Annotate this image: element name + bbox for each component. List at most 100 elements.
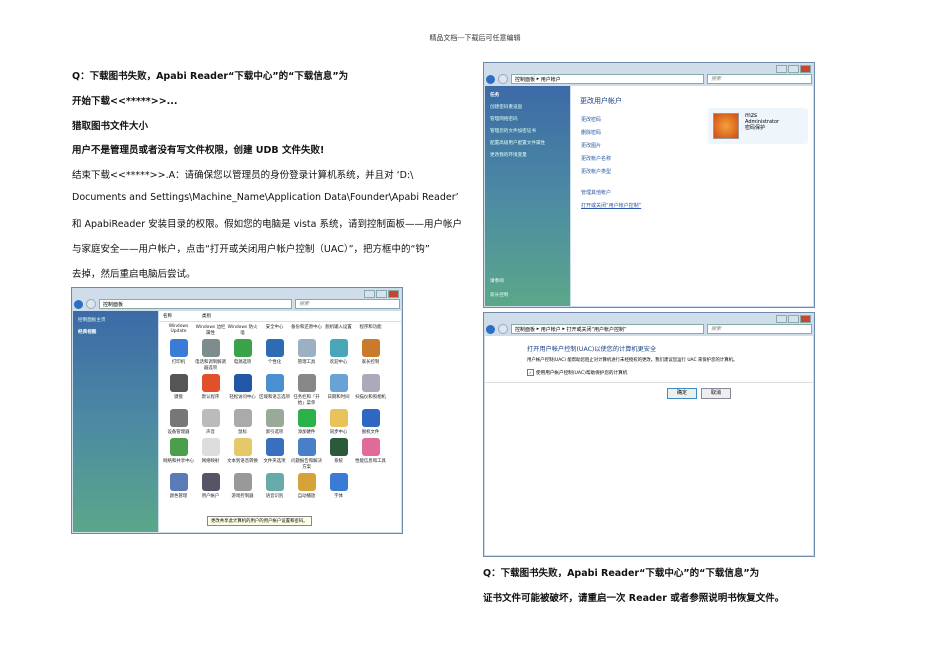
cancel-button[interactable]: 取消: [701, 388, 731, 399]
control-panel-icon: [169, 409, 188, 427]
minimize-button[interactable]: [364, 290, 375, 298]
breadcrumb-3[interactable]: 打开或关闭“用户帐户控制”: [566, 326, 626, 333]
control-panel-item[interactable]: 电源选项: [227, 339, 258, 371]
maximize-button[interactable]: [376, 290, 387, 298]
control-panel-item[interactable]: 添加硬件: [291, 409, 322, 435]
control-panel-item[interactable]: 文件夹选项: [259, 438, 290, 470]
item-label: 声音: [206, 430, 215, 435]
breadcrumb-2[interactable]: 用户帐户: [541, 76, 561, 83]
answer-line: 去掉，然后重启电脑后尝试。: [72, 269, 196, 280]
control-panel-item[interactable]: 程序和功能: [355, 324, 386, 336]
column-category[interactable]: 类别: [202, 313, 211, 319]
control-panel-item[interactable]: 管理工具: [291, 339, 322, 371]
item-label: 区域和语言选项: [259, 395, 290, 400]
control-panel-item[interactable]: 默认程序: [195, 374, 226, 406]
breadcrumb-1[interactable]: 控制面板: [515, 326, 535, 333]
forward-icon[interactable]: [498, 74, 508, 84]
sidebar-link[interactable]: 管理您的文件加密证书: [490, 128, 565, 134]
control-panel-item[interactable]: 问题报告和解决方案: [291, 438, 322, 470]
search-input[interactable]: 搜索: [295, 299, 400, 309]
parental-controls-link[interactable]: 家长控制: [490, 292, 508, 298]
sidebar-item-home[interactable]: 控制面板主页: [78, 317, 153, 323]
control-panel-item[interactable]: 欢迎中心: [323, 339, 354, 371]
address-bar[interactable]: 控制面板: [99, 299, 292, 309]
control-panel-item[interactable]: 游戏控制器: [227, 473, 258, 499]
control-panel-item[interactable]: Windows 防火墙: [227, 324, 258, 336]
minimize-button[interactable]: [776, 65, 787, 73]
control-panel-item[interactable]: 鼠标: [227, 409, 258, 435]
control-panel-icon: [361, 438, 380, 456]
breadcrumb: 控制面板: [103, 301, 124, 308]
close-button[interactable]: [800, 65, 811, 73]
control-panel-item[interactable]: 打印机: [163, 339, 194, 371]
control-panel-item[interactable]: 任务栏和「开始」菜单: [291, 374, 322, 406]
item-label: 网络和共享中心: [163, 459, 194, 464]
maximize-button[interactable]: [788, 65, 799, 73]
link-change-type[interactable]: 更改帐户类型: [581, 168, 813, 175]
sidebar-link[interactable]: 创建密码重设盘: [490, 104, 565, 110]
control-panel-item[interactable]: 家长控制: [355, 339, 386, 371]
control-panel-item[interactable]: 扫描仪和照相机: [355, 374, 386, 406]
control-panel-item[interactable]: 用户帐户: [195, 473, 226, 499]
control-panel-item[interactable]: 网络映射: [195, 438, 226, 470]
item-label: 欢迎中心: [329, 360, 348, 365]
search-input[interactable]: 搜索: [707, 74, 812, 84]
control-panel-item[interactable]: 同步中心: [323, 409, 354, 435]
control-panel-item[interactable]: 索引选项: [259, 409, 290, 435]
control-panel-item[interactable]: 键盘: [163, 374, 194, 406]
breadcrumb-1[interactable]: 控制面板: [515, 76, 535, 83]
control-panel-icon: [201, 438, 220, 456]
close-button[interactable]: [800, 315, 811, 323]
sidebar-link[interactable]: 配置高级用户配置文件属性: [490, 140, 565, 146]
control-panel-item[interactable]: 字体: [323, 473, 354, 499]
control-panel-item[interactable]: 声音: [195, 409, 226, 435]
link-manage-accounts[interactable]: 管理其他帐户: [581, 189, 813, 196]
control-panel-item[interactable]: 语音识别: [259, 473, 290, 499]
answer-line: 结束下载<<*****>>.A：请确保您以管理员的身份登录计算机系统，并且对 ‘…: [72, 170, 414, 181]
control-panel-item[interactable]: 颜色管理: [163, 473, 194, 499]
link-toggle-uac[interactable]: 打开或关闭“用户帐户控制”: [581, 202, 813, 209]
address-bar[interactable]: 控制面板 ▸ 用户帐户 ▸ 打开或关闭“用户帐户控制”: [511, 324, 704, 334]
control-panel-item[interactable]: 设备管理器: [163, 409, 194, 435]
address-bar[interactable]: 控制面板 ▸ 用户帐户: [511, 74, 704, 84]
back-icon[interactable]: [486, 324, 495, 334]
control-panel-item[interactable]: Windows 边栏属性: [195, 324, 226, 336]
control-panel-item[interactable]: 备份和还原中心: [291, 324, 322, 336]
back-icon[interactable]: [486, 74, 495, 84]
control-panel-item[interactable]: 区域和语言选项: [259, 374, 290, 406]
link-change-name[interactable]: 更改帐户名称: [581, 155, 813, 162]
sidebar-link[interactable]: 管理网络密码: [490, 116, 565, 122]
uac-checkbox[interactable]: ✓: [527, 369, 534, 376]
control-panel-icon: [169, 374, 188, 392]
control-panel-item[interactable]: 系统: [323, 438, 354, 470]
sidebar-item-classic[interactable]: 经典视图: [78, 329, 153, 335]
control-panel-item[interactable]: 网络和共享中心: [163, 438, 194, 470]
sidebar-link[interactable]: 更改我的环境变量: [490, 152, 565, 158]
forward-icon[interactable]: [498, 324, 508, 334]
column-name[interactable]: 名称: [163, 313, 172, 319]
forward-icon[interactable]: [86, 299, 96, 309]
control-panel-item[interactable]: 脱机输入设置: [323, 324, 354, 336]
control-panel-item[interactable]: 自动播放: [291, 473, 322, 499]
control-panel-item[interactable]: Windows Update: [163, 324, 194, 336]
window-controls: [776, 315, 811, 323]
control-panel-icon: [169, 438, 188, 456]
control-panel-icon: [265, 473, 284, 491]
control-panel-item[interactable]: 个性化: [259, 339, 290, 371]
control-panel-item[interactable]: 性能信息和工具: [355, 438, 386, 470]
control-panel-item[interactable]: 文本到语音转换: [227, 438, 258, 470]
ok-button[interactable]: 确定: [667, 388, 697, 399]
maximize-button[interactable]: [788, 315, 799, 323]
control-panel-item[interactable]: 电话和调制解调器选项: [195, 339, 226, 371]
breadcrumb-2[interactable]: 用户帐户: [541, 326, 561, 333]
control-panel-icon: [329, 339, 348, 357]
item-label: Windows 边栏属性: [195, 325, 226, 336]
minimize-button[interactable]: [776, 315, 787, 323]
control-panel-item[interactable]: 脱机文件: [355, 409, 386, 435]
search-input[interactable]: 搜索: [707, 324, 812, 334]
control-panel-item[interactable]: 安全中心: [259, 324, 290, 336]
back-icon[interactable]: [74, 299, 83, 309]
control-panel-item[interactable]: 日期和时间: [323, 374, 354, 406]
close-button[interactable]: [388, 290, 399, 298]
control-panel-item[interactable]: 轻松访问中心: [227, 374, 258, 406]
